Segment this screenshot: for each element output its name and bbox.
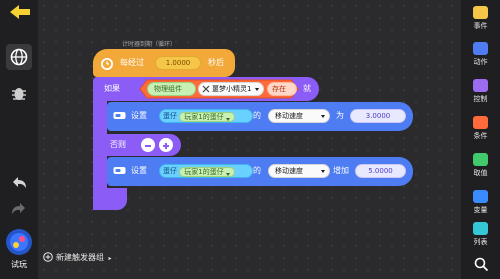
op-label-2: 增加 [333, 166, 349, 175]
player-target-dropdown-1[interactable]: 玩家1的蛋仔 [179, 112, 235, 122]
category-actions[interactable]: 动作 [461, 40, 500, 72]
category-variables-label: 变量 [473, 206, 488, 214]
event-icon [473, 6, 488, 19]
value-icon [473, 153, 488, 166]
player-target-pill-1[interactable]: 蛋仔 玩家1的蛋仔 [159, 109, 253, 123]
else-label: 否则 [110, 140, 126, 149]
list-icon [473, 222, 488, 235]
back-arrow-icon[interactable] [8, 4, 32, 20]
if-label: 如果 [104, 84, 120, 93]
category-lists-label: 列表 [473, 238, 488, 246]
redo-button[interactable] [6, 196, 32, 222]
value-input-1[interactable]: 3.0000 [350, 109, 406, 123]
category-events[interactable]: 事件 [461, 4, 500, 36]
plus-icon [163, 143, 169, 149]
trial-label: 试玩 [11, 260, 27, 269]
gamepad-icon [10, 233, 28, 251]
new-trigger-group-label: 新建触发器组 [56, 253, 104, 262]
minus-icon [145, 145, 151, 147]
value-input-2[interactable]: 5.0000 [355, 164, 406, 178]
alarm-clock-icon [101, 58, 113, 70]
timer-suffix-label: 秒后 [208, 58, 224, 67]
category-lists[interactable]: 列表 [461, 220, 500, 252]
undo-button[interactable] [6, 170, 32, 196]
undo-icon [13, 177, 26, 188]
bug-icon [12, 88, 26, 100]
category-actions-label: 动作 [473, 58, 488, 66]
new-trigger-group-button[interactable]: 新建触发器组 ▸ [56, 252, 112, 263]
variable-icon [473, 190, 488, 203]
player-category-label-1: 蛋仔 [163, 112, 177, 120]
player-category-label-2: 蛋仔 [163, 167, 177, 175]
category-values[interactable]: 取值 [461, 151, 500, 183]
of-label-1: 的 [253, 111, 261, 120]
op-label-1: 为 [336, 111, 344, 120]
exists-state-dropdown[interactable]: 存在 [267, 82, 297, 96]
if-else-block-footer [93, 188, 127, 210]
globe-icon [10, 48, 28, 66]
then-label: 就 [303, 84, 311, 93]
player-target-pill-2[interactable]: 蛋仔 玩家1的蛋仔 [159, 164, 253, 178]
player-target-dropdown-2[interactable]: 玩家1的蛋仔 [179, 167, 235, 177]
globe-button[interactable] [6, 44, 32, 70]
debug-button[interactable] [6, 80, 32, 106]
remove-branch-button[interactable] [141, 138, 155, 152]
set-label-2: 设置 [131, 166, 147, 175]
timer-event-block[interactable]: 每经过 1.0000 秒后 [93, 49, 235, 77]
category-values-label: 取值 [473, 169, 488, 177]
timer-interval-input[interactable]: 1.0000 [155, 56, 201, 70]
set-label-1: 设置 [131, 111, 147, 120]
action-icon [473, 42, 488, 55]
property-dropdown-1[interactable]: 移动速度 [268, 109, 330, 123]
zoom-icon[interactable] [473, 256, 489, 272]
set-icon [113, 112, 126, 119]
add-circle-icon [43, 252, 53, 262]
chevron-right-icon: ▸ [108, 255, 112, 262]
condition-icon [473, 116, 488, 129]
right-toolbar: 事件 动作 控制 条件 取值 变量 列表 [461, 0, 500, 279]
of-label-2: 的 [253, 166, 261, 175]
property-dropdown-2[interactable]: 移动速度 [268, 164, 330, 178]
category-events-label: 事件 [473, 22, 488, 30]
category-conditions[interactable]: 条件 [461, 114, 500, 146]
object-selector-label: 噩梦小精灵1 [212, 85, 252, 93]
timer-prefix-label: 每经过 [120, 58, 144, 67]
cross-icon [202, 85, 210, 93]
trial-button[interactable] [6, 229, 32, 255]
component-category-pill[interactable]: 物理组件 [147, 82, 196, 96]
redo-icon [12, 203, 25, 214]
control-icon [473, 79, 488, 92]
set-icon [113, 167, 126, 174]
add-branch-button[interactable] [159, 138, 173, 152]
category-control-label: 控制 [473, 95, 488, 103]
category-variables[interactable]: 变量 [461, 188, 500, 220]
category-conditions-label: 条件 [473, 132, 488, 140]
left-toolbar: 试玩 [0, 0, 38, 279]
category-control[interactable]: 控制 [461, 77, 500, 109]
